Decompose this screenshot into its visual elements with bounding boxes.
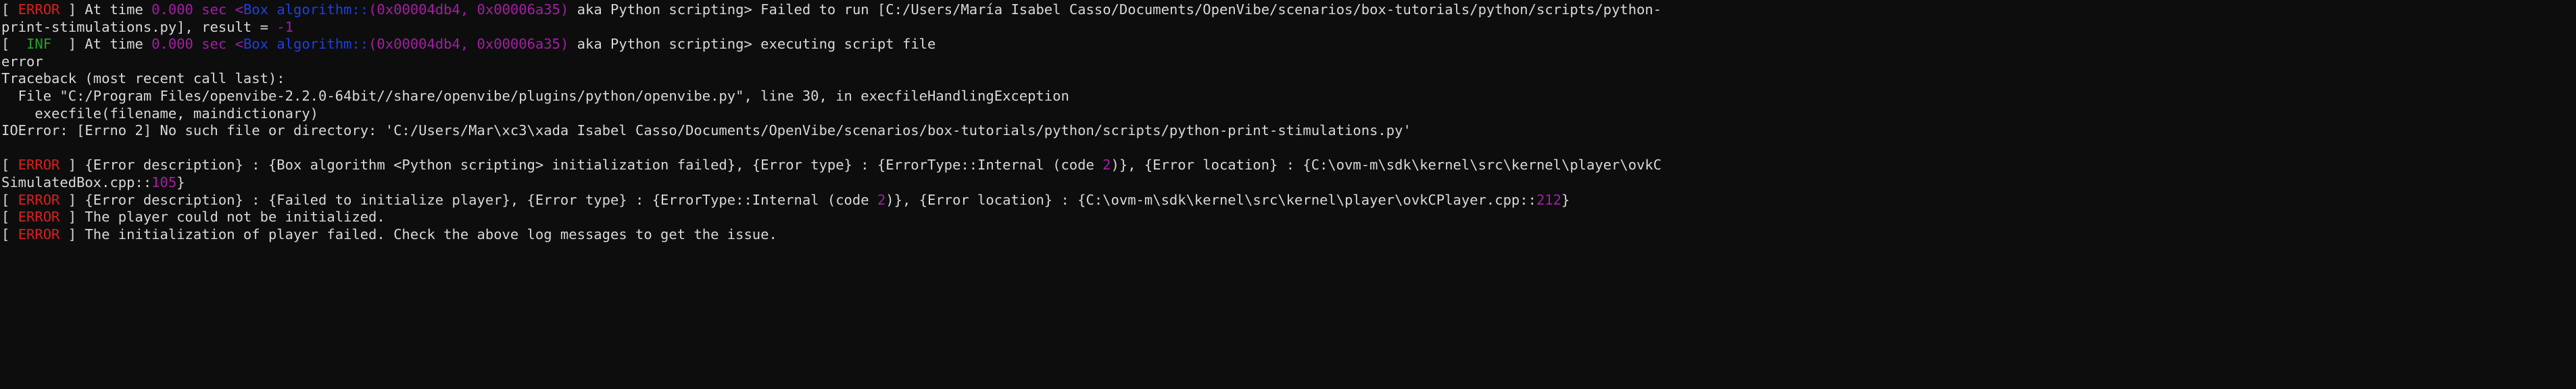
log-line: [ ERROR ] At time 0.000 sec <Box algorit… xyxy=(1,1,2576,19)
log-token: ] {Error description} : {Failed to initi… xyxy=(59,191,877,208)
log-token: SimulatedBox.cpp:: xyxy=(1,174,152,190)
log-token: [ xyxy=(1,209,18,226)
log-token: } xyxy=(176,174,185,190)
log-line-blank xyxy=(1,140,2576,157)
log-line: [ ERROR ] The initialization of player f… xyxy=(1,226,2576,244)
log-token: File "C:/Program Files/openvibe-2.2.0-64… xyxy=(1,87,1069,104)
error-tag: ERROR xyxy=(18,209,60,226)
box-algorithm-label: :: xyxy=(351,36,369,53)
log-value: 2 xyxy=(1102,157,1111,174)
log-token: error xyxy=(1,53,43,70)
error-tag: ERROR xyxy=(18,157,60,174)
log-value: 0.000 xyxy=(151,36,193,53)
log-token: ] At time xyxy=(51,36,152,53)
log-line: SimulatedBox.cpp::105} xyxy=(1,174,2576,192)
log-line: IOError: [Errno 2] No such file or direc… xyxy=(1,122,2576,140)
log-line: [ ERROR ] The player could not be initia… xyxy=(1,209,2576,226)
log-value: 2 xyxy=(877,191,886,208)
log-token: } xyxy=(1561,191,1570,208)
log-value: (0x00004db4, 0x00006a35) xyxy=(368,1,569,18)
log-token: Traceback (most recent call last): xyxy=(1,70,285,87)
log-line: [ ERROR ] {Error description} : {Box alg… xyxy=(1,157,2576,174)
log-token: ] The initialization of player failed. C… xyxy=(59,226,777,242)
log-token: ] {Error description} : {Box algorithm <… xyxy=(59,157,1103,174)
log-token: [ xyxy=(1,157,18,174)
box-algorithm-label: Box algorithm xyxy=(243,36,352,53)
error-tag: ERROR xyxy=(18,191,60,208)
log-token: aka Python scripting> Failed to run [C:/… xyxy=(568,1,1662,18)
log-value: 0.000 xyxy=(151,1,193,18)
log-line: Traceback (most recent call last): xyxy=(1,70,2576,88)
log-value: 212 xyxy=(1536,191,1561,208)
log-line: [ INF ] At time 0.000 sec <Box algorithm… xyxy=(1,36,2576,53)
log-token: ] At time xyxy=(59,1,152,18)
console-log-output[interactable]: [ ERROR ] At time 0.000 sec <Box algorit… xyxy=(0,0,2576,389)
log-token: [ xyxy=(1,226,18,242)
log-line: execfile(filename, maindictionary) xyxy=(1,105,2576,123)
log-value: sec < xyxy=(193,1,243,18)
log-token: )}, {Error location} : {C:\ovm-m\sdk\ker… xyxy=(885,191,1536,208)
log-line: print-stimulations.py], result = -1 xyxy=(1,19,2576,36)
error-tag: ERROR xyxy=(18,1,60,18)
log-token: print-stimulations.py], result = xyxy=(1,18,277,35)
error-tag: ERROR xyxy=(18,226,60,242)
log-line: error xyxy=(1,53,2576,71)
log-token: [ xyxy=(1,1,18,18)
box-algorithm-label: :: xyxy=(351,1,369,18)
log-line: [ ERROR ] {Error description} : {Failed … xyxy=(1,192,2576,209)
log-line: File "C:/Program Files/openvibe-2.2.0-64… xyxy=(1,88,2576,105)
log-token: [ xyxy=(1,36,27,53)
box-algorithm-label: Box algorithm xyxy=(243,1,352,18)
log-token: execfile(filename, maindictionary) xyxy=(1,105,318,122)
log-value: 105 xyxy=(151,174,177,190)
info-tag: INF xyxy=(26,36,52,53)
log-value: (0x00004db4, 0x00006a35) xyxy=(368,36,569,53)
log-token: ] The player could not be initialized. xyxy=(59,209,385,226)
log-token: aka Python scripting> executing script f… xyxy=(568,36,936,53)
log-token: IOError: [Errno 2] No such file or direc… xyxy=(1,122,1411,139)
log-value: sec < xyxy=(193,36,243,53)
log-token: [ xyxy=(1,191,18,208)
log-value: -1 xyxy=(276,18,293,35)
log-token: )}, {Error location} : {C:\ovm-m\sdk\ker… xyxy=(1111,157,1662,174)
